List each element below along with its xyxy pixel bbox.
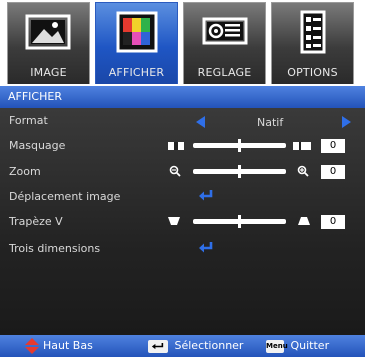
tab-label: AFFICHER [108, 66, 165, 79]
keystone-bottom-icon [298, 217, 310, 225]
keystone-top-icon [168, 217, 180, 225]
format-label: Format [9, 114, 48, 127]
zoom-out-icon [169, 165, 181, 177]
footer-quit: Menu Quitter [266, 335, 329, 357]
tab-afficher[interactable]: AFFICHER [95, 2, 178, 84]
footer-select: Sélectionner [148, 335, 243, 357]
tab-label: OPTIONS [287, 66, 338, 79]
mask-small-icon [168, 142, 184, 150]
footer-bar: Haut Bas Sélectionner Menu Quitter [0, 335, 365, 357]
projector-icon [202, 17, 248, 45]
enter-key-icon [148, 339, 168, 353]
arrow-left-icon[interactable] [196, 116, 206, 128]
enter-icon[interactable] [198, 189, 214, 202]
display-icon [116, 11, 158, 53]
zoom-in-icon [297, 165, 309, 177]
deplacement-label: Déplacement image [9, 190, 121, 203]
footer-quit-label: Quitter [290, 339, 330, 352]
zoom-label: Zoom [9, 165, 41, 178]
trapeze-thumb[interactable] [238, 215, 241, 228]
section-title: AFFICHER [0, 86, 365, 108]
trois-dimensions-label: Trois dimensions [9, 242, 101, 255]
trapeze-label: Trapèze V [9, 215, 63, 228]
menu-key-icon: Menu [266, 339, 288, 353]
up-down-arrow-icon [25, 338, 39, 354]
footer-select-label: Sélectionner [174, 339, 244, 352]
osd-menu: IMAGE AFFICHER REGLAGE OPTIONS AFFICHER … [0, 0, 365, 357]
tab-label: REGLAGE [197, 66, 252, 79]
tab-label: IMAGE [30, 66, 67, 79]
tab-image[interactable]: IMAGE [7, 2, 90, 84]
enter-icon[interactable] [198, 241, 214, 254]
tab-bar: IMAGE AFFICHER REGLAGE OPTIONS [0, 0, 365, 86]
masquage-label: Masquage [9, 139, 66, 152]
mask-large-icon [293, 142, 311, 150]
arrow-right-icon[interactable] [341, 116, 351, 128]
picture-icon [25, 14, 71, 50]
footer-nav-label: Haut Bas [43, 339, 93, 352]
menu-panel: Format Natif Masquage 0 Zoom 0 Déplaceme… [0, 108, 365, 335]
options-icon [300, 10, 326, 54]
tab-reglage[interactable]: REGLAGE [183, 2, 266, 84]
zoom-value[interactable]: 0 [321, 165, 345, 179]
tab-options[interactable]: OPTIONS [271, 2, 354, 84]
masquage-thumb[interactable] [238, 139, 241, 152]
trapeze-value[interactable]: 0 [321, 215, 345, 229]
format-value[interactable]: Natif [257, 116, 283, 129]
masquage-value[interactable]: 0 [321, 139, 345, 153]
zoom-thumb[interactable] [238, 165, 241, 178]
